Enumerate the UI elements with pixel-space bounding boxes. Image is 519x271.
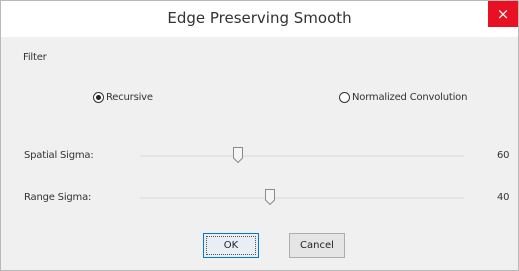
range-sigma-label: Range Sigma:: [24, 192, 92, 203]
ok-button[interactable]: OK: [203, 233, 259, 258]
filter-group-label: Filter: [23, 52, 47, 63]
close-button[interactable]: ×: [488, 1, 518, 27]
ok-button-label: OK: [223, 240, 239, 251]
cancel-button-label: Cancel: [300, 240, 334, 251]
radio-normalized-convolution-button[interactable]: [339, 92, 350, 103]
dialog-window: Edge Preserving Smooth × Filter Recursiv…: [0, 0, 519, 271]
spatial-sigma-label: Spatial Sigma:: [24, 150, 94, 161]
radio-normalized-convolution-label[interactable]: Normalized Convolution: [352, 92, 467, 103]
dialog-title: Edge Preserving Smooth: [167, 9, 352, 27]
spatial-sigma-slider-thumb[interactable]: [233, 147, 243, 163]
dialog-content: Filter Recursive Normalized Convolution …: [9, 37, 510, 262]
spatial-sigma-value: 60: [497, 150, 510, 161]
radio-recursive-label[interactable]: Recursive: [106, 92, 153, 103]
cancel-button[interactable]: Cancel: [289, 233, 345, 258]
title-bar[interactable]: Edge Preserving Smooth ×: [1, 1, 518, 37]
spatial-sigma-slider-track[interactable]: [140, 155, 464, 157]
range-sigma-value: 40: [497, 192, 510, 203]
radio-recursive-button[interactable]: [93, 92, 104, 103]
range-sigma-slider-thumb[interactable]: [265, 189, 275, 205]
close-icon: ×: [496, 5, 510, 23]
range-sigma-slider-track[interactable]: [140, 197, 464, 199]
